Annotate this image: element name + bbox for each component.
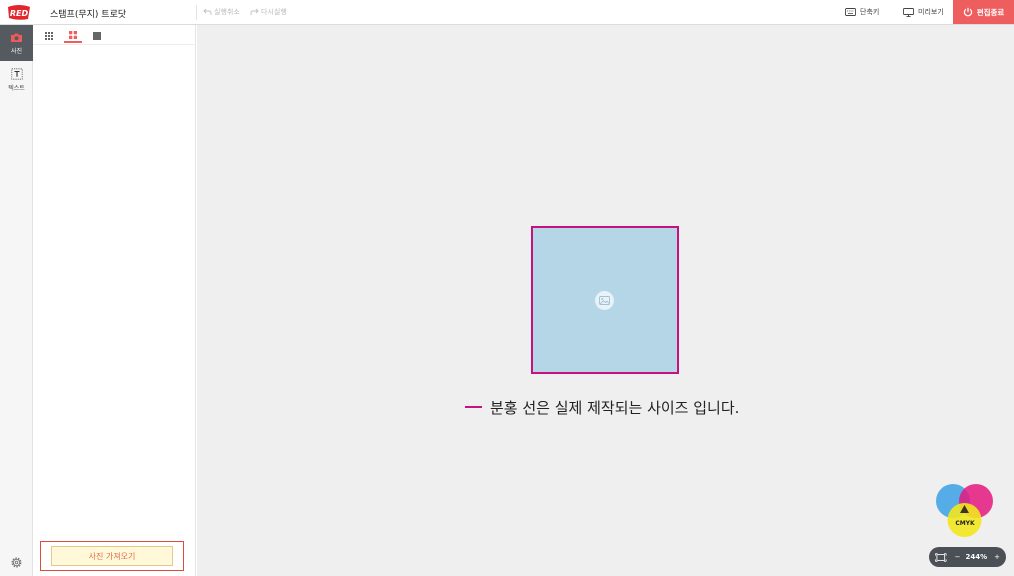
undo-arrow-icon — [203, 8, 212, 15]
zoom-level: 244% — [965, 553, 988, 561]
redo-arrow-icon — [250, 8, 259, 15]
power-icon — [963, 7, 972, 17]
finish-edit-label: 편집종료 — [976, 7, 1005, 17]
editor-canvas: 분홍 선은 실제 제작되는 사이즈 입니다. CMYK − 244% + — [197, 25, 1014, 576]
toolbar-divider — [196, 5, 197, 20]
rail-item-text-label: 텍스트 — [8, 85, 25, 92]
app-logo[interactable]: RED — [6, 4, 32, 21]
left-rail: 사진 텍스트 — [0, 25, 33, 576]
finish-edit-button[interactable]: 편집종료 — [953, 0, 1014, 24]
trim-line-swatch — [465, 405, 482, 409]
zoom-in-button[interactable]: + — [994, 553, 1000, 561]
zoom-control: − 244% + — [929, 547, 1006, 567]
photo-panel: 사진 가져오기 — [33, 25, 196, 576]
cmyk-label: CMYK — [955, 520, 975, 527]
shortcut-button[interactable]: 단축키 — [845, 7, 879, 17]
rail-item-text[interactable]: 텍스트 — [0, 62, 33, 98]
keyboard-icon — [845, 8, 856, 16]
svg-text:RED: RED — [10, 9, 29, 18]
stamp-artboard[interactable] — [531, 226, 679, 374]
single-square-icon — [93, 32, 101, 40]
trim-line-notice: 분홍 선은 실제 제작되는 사이즈 입니다. — [465, 397, 765, 417]
view-mode-tabs — [33, 25, 196, 45]
preview-label: 미리보기 — [918, 8, 944, 16]
cmyk-button[interactable]: CMYK — [935, 483, 997, 539]
image-icon — [599, 296, 610, 305]
settings-button[interactable] — [10, 554, 23, 568]
fit-screen-icon[interactable] — [935, 552, 947, 562]
zoom-out-button[interactable]: − — [955, 553, 961, 561]
cmyk-circles-icon — [936, 484, 993, 537]
trim-line-notice-text: 분홍 선은 실제 제작되는 사이즈 입니다. — [490, 398, 740, 417]
import-photo-area: 사진 가져오기 — [40, 541, 184, 571]
shortcut-label: 단축키 — [860, 8, 880, 16]
rail-item-photo[interactable]: 사진 — [0, 25, 33, 61]
view-tab-small-grid[interactable] — [40, 29, 58, 43]
undo-label: 실행취소 — [214, 8, 240, 16]
photo-placeholder[interactable] — [595, 291, 614, 310]
top-bar: RED 스탬프(무지) 트로닷 실행취소 다시실행 단축키 미리보기 편집종료 — [0, 0, 1014, 25]
view-tab-single[interactable] — [88, 29, 106, 43]
text-box-icon — [10, 68, 23, 80]
red-logo-icon: RED — [8, 5, 30, 20]
undo-button[interactable]: 실행취소 — [203, 7, 240, 17]
rail-item-photo-label: 사진 — [10, 47, 23, 55]
view-tab-large-grid[interactable] — [64, 29, 82, 43]
gear-icon — [11, 557, 22, 568]
import-photo-button[interactable]: 사진 가져오기 — [51, 546, 173, 566]
grid-small-icon — [45, 32, 53, 40]
preview-button[interactable]: 미리보기 — [903, 7, 944, 17]
monitor-icon — [903, 7, 914, 17]
grid-large-icon — [69, 31, 77, 39]
redo-label: 다시실행 — [261, 8, 287, 16]
camera-icon — [11, 33, 22, 42]
document-title: 스탬프(무지) 트로닷 — [50, 10, 127, 20]
redo-button[interactable]: 다시실행 — [250, 7, 287, 17]
